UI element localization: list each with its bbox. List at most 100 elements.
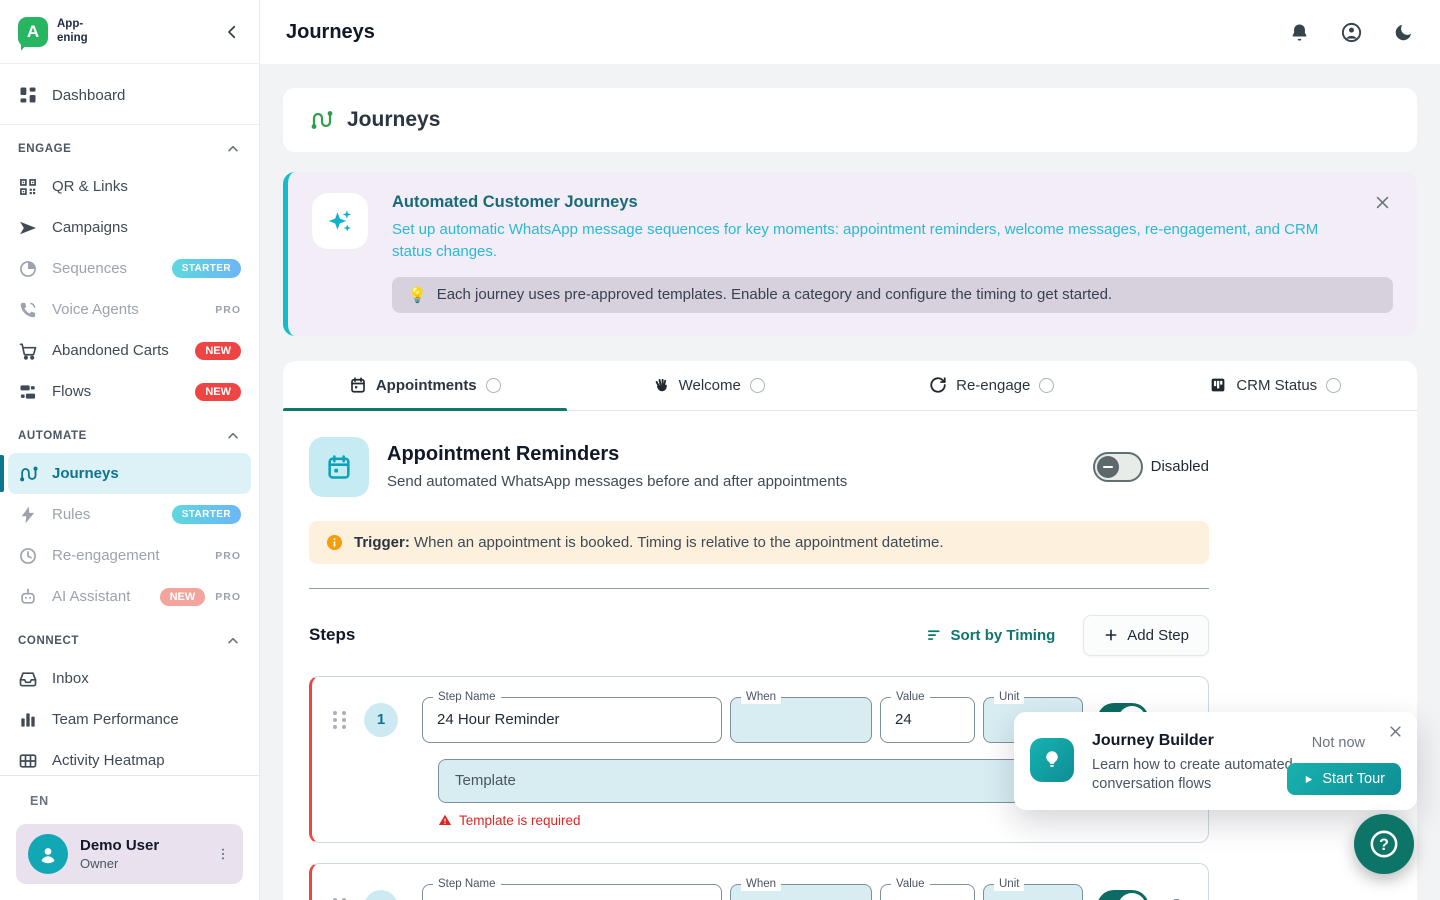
value-field[interactable]: Value	[880, 697, 975, 743]
start-tour-button[interactable]: Start Tour	[1287, 763, 1401, 795]
sidebar-item-label: Inbox	[52, 670, 89, 687]
sidebar-nav: Dashboard ENGAGE QR & Links Campaigns ST…	[0, 64, 259, 775]
sort-icon	[926, 627, 943, 644]
sidebar-item-ai-assistant[interactable]: AI Assistant NEW PRO	[8, 576, 251, 617]
account-icon[interactable]	[1340, 21, 1363, 44]
category-tabbar: Appointments Welcome Re-engage	[283, 361, 1417, 411]
value-field[interactable]: Value	[880, 884, 975, 900]
user-meta: Demo User Owner	[80, 837, 159, 871]
tab-label: Appointments	[376, 377, 477, 394]
sidebar-item-label: Voice Agents	[52, 301, 139, 318]
robot-icon	[18, 587, 38, 607]
notifications-bell-icon[interactable]	[1289, 22, 1310, 43]
topbar-actions	[1289, 21, 1414, 44]
step-name-input[interactable]	[437, 711, 707, 728]
add-step-button[interactable]: Add Step	[1083, 615, 1209, 656]
section-header-engage[interactable]: ENGAGE	[8, 125, 251, 166]
calendar-icon	[309, 437, 369, 497]
send-icon	[18, 218, 38, 238]
sort-by-timing-button[interactable]: Sort by Timing	[926, 627, 1056, 644]
sidebar-item-voice-agents[interactable]: Voice Agents PRO	[8, 289, 251, 330]
chevron-up-icon	[225, 141, 241, 157]
panel-body: Appointment Reminders Send automated Wha…	[283, 411, 1235, 900]
tab-re-engage-radio[interactable]	[1039, 378, 1054, 393]
step-name-field[interactable]: Step Name	[422, 697, 722, 743]
sidebar-item-label: Abandoned Carts	[52, 342, 169, 359]
sidebar-item-team-performance[interactable]: Team Performance	[8, 699, 251, 740]
banner-tip: 💡 Each journey uses pre-approved templat…	[392, 277, 1393, 313]
user-card[interactable]: Demo User Owner	[16, 824, 243, 884]
avatar	[28, 834, 68, 874]
unit-select[interactable]: Unit	[983, 884, 1083, 900]
help-button[interactable]: ?	[1354, 814, 1414, 874]
phone-icon	[18, 300, 38, 320]
dashboard-icon	[18, 85, 38, 105]
sidebar-item-label: Re-engagement	[52, 547, 160, 564]
step-card-2: 2 Step Name When Value Unit	[309, 863, 1209, 900]
info-banner: Automated Customer Journeys Set up autom…	[283, 172, 1417, 336]
sidebar-item-abandoned-carts[interactable]: Abandoned Carts NEW	[8, 330, 251, 371]
category-toggle-group: Disabled	[1093, 452, 1209, 482]
sidebar-item-qr-links[interactable]: QR & Links	[8, 166, 251, 207]
tab-appointments[interactable]: Appointments	[283, 361, 567, 410]
chevron-left-icon	[223, 23, 241, 41]
field-label: Value	[891, 690, 930, 705]
tab-label: Re-engage	[956, 377, 1030, 394]
not-now-button[interactable]: Not now	[1312, 735, 1365, 751]
value-input[interactable]	[895, 711, 960, 728]
page-title-card: Journeys	[283, 88, 1417, 152]
sidebar-item-label: Campaigns	[52, 219, 128, 236]
new-badge: NEW	[160, 588, 206, 606]
sidebar-item-inbox[interactable]: Inbox	[8, 658, 251, 699]
sidebar: A App- ening Dashboard ENGAGE QR & Links	[0, 0, 260, 900]
tab-crm-status-radio[interactable]	[1326, 378, 1341, 393]
sidebar-item-flows[interactable]: Flows NEW	[8, 371, 251, 412]
sidebar-item-label: Dashboard	[52, 87, 125, 104]
banner-tip-text: Each journey uses pre-approved templates…	[437, 286, 1112, 303]
language-selector[interactable]: EN	[30, 794, 243, 808]
question-mark-icon: ?	[1367, 827, 1401, 861]
drag-handle-icon[interactable]	[328, 711, 350, 729]
template-error-text: Template is required	[459, 813, 581, 828]
template-placeholder: Template	[455, 772, 516, 789]
step-enabled-toggle[interactable]	[1097, 890, 1149, 900]
tab-re-engage[interactable]: Re-engage	[850, 361, 1134, 410]
section-header-automate[interactable]: AUTOMATE	[8, 412, 251, 453]
sidebar-collapse-button[interactable]	[223, 23, 241, 41]
sidebar-item-label: QR & Links	[52, 178, 128, 195]
step-name-field[interactable]: Step Name	[422, 884, 722, 900]
tab-welcome[interactable]: Welcome	[567, 361, 851, 410]
popup-close-icon[interactable]	[1388, 724, 1403, 739]
bar-chart-icon	[18, 710, 38, 730]
tab-appointments-radio[interactable]	[486, 378, 501, 393]
step-number-badge: 2	[364, 890, 398, 900]
kebab-menu-icon[interactable]	[215, 846, 231, 862]
starter-badge: STARTER	[172, 259, 241, 278]
user-role: Owner	[80, 856, 159, 871]
field-label: Step Name	[433, 877, 501, 892]
sidebar-item-activity-heatmap[interactable]: Activity Heatmap	[8, 740, 251, 775]
tab-crm-status[interactable]: CRM Status	[1134, 361, 1418, 410]
calendar-icon	[349, 376, 367, 394]
field-label: When	[741, 877, 781, 892]
toggle-status-label: Disabled	[1151, 458, 1209, 475]
sidebar-item-re-engagement[interactable]: Re-engagement PRO	[8, 535, 251, 576]
category-enable-toggle[interactable]	[1093, 452, 1143, 482]
sidebar-item-journeys[interactable]: Journeys	[8, 453, 251, 494]
topbar: Journeys	[260, 0, 1440, 64]
dark-mode-moon-icon[interactable]	[1393, 22, 1414, 43]
when-select[interactable]: When	[730, 697, 872, 743]
divider	[309, 588, 1209, 589]
template-select[interactable]: Template	[438, 759, 1086, 803]
sidebar-item-campaigns[interactable]: Campaigns STARTER	[8, 207, 251, 248]
sidebar-item-dashboard[interactable]: Dashboard	[8, 70, 251, 120]
toggle-knob	[1097, 456, 1119, 478]
route-icon	[309, 108, 333, 132]
sidebar-item-rules[interactable]: Rules STARTER	[8, 494, 251, 535]
sidebar-item-sequences[interactable]: Sequences STARTER	[8, 248, 251, 289]
banner-close-icon[interactable]	[1374, 194, 1391, 211]
when-select[interactable]: When	[730, 884, 872, 900]
tab-welcome-radio[interactable]	[750, 378, 765, 393]
journey-builder-popup: Journey Builder Learn how to create auto…	[1014, 712, 1417, 810]
section-header-connect[interactable]: CONNECT	[8, 617, 251, 658]
